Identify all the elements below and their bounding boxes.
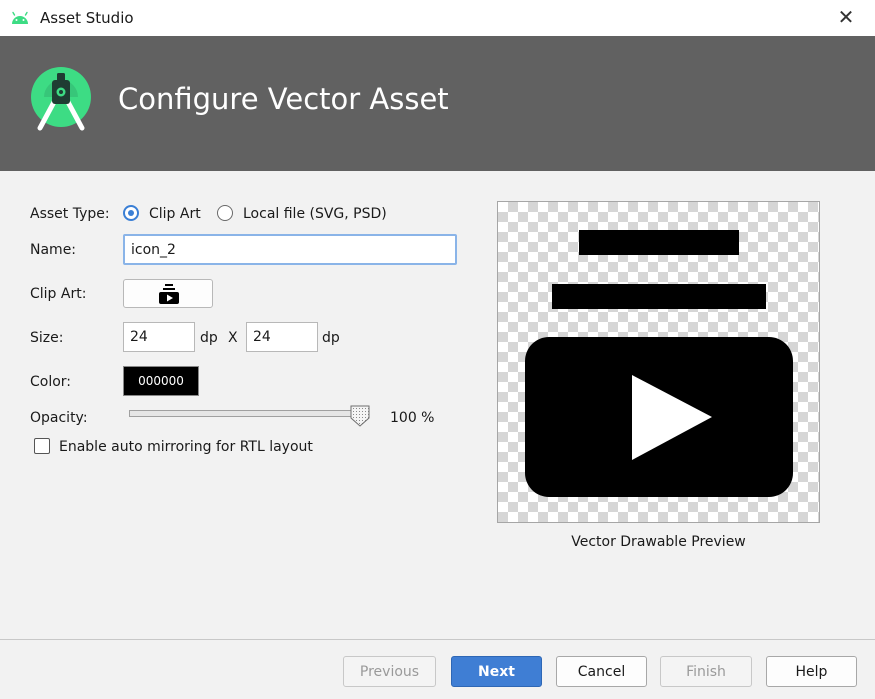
window-title: Asset Studio — [40, 9, 134, 27]
help-button[interactable]: Help — [766, 656, 857, 687]
previous-button[interactable]: Previous — [343, 656, 436, 687]
finish-button[interactable]: Finish — [660, 656, 752, 687]
android-studio-logo-icon — [31, 67, 91, 131]
opacity-slider-thumb[interactable] — [350, 405, 370, 427]
page-title: Configure Vector Asset — [118, 82, 449, 116]
auto-mirroring-label[interactable]: Enable auto mirroring for RTL layout — [59, 439, 313, 455]
opacity-slider-track[interactable] — [129, 410, 365, 417]
size-width-input[interactable] — [123, 322, 195, 352]
size-label: Size: — [30, 330, 64, 346]
clip-art-radio-label[interactable]: Clip Art — [149, 206, 201, 222]
vector-drawable-preview — [497, 201, 820, 523]
name-input[interactable] — [123, 234, 457, 265]
cancel-button[interactable]: Cancel — [556, 656, 647, 687]
auto-mirroring-checkbox[interactable] — [34, 438, 50, 454]
wizard-header: Configure Vector Asset — [0, 36, 875, 171]
asset-type-label: Asset Type: — [30, 206, 110, 222]
title-bar: Asset Studio ✕ — [0, 0, 875, 36]
size-height-unit: dp — [322, 330, 340, 346]
next-button[interactable]: Next — [451, 656, 542, 687]
clip-art-button[interactable] — [123, 279, 213, 308]
footer-divider — [0, 639, 875, 640]
opacity-label: Opacity: — [30, 410, 88, 426]
android-robot-icon — [12, 11, 28, 24]
subscriptions-icon — [525, 230, 793, 497]
name-label: Name: — [30, 242, 77, 258]
opacity-value: 100 % — [390, 410, 435, 426]
clip-art-radio[interactable] — [123, 205, 139, 221]
local-file-radio[interactable] — [217, 205, 233, 221]
close-icon[interactable]: ✕ — [835, 5, 857, 29]
size-width-unit: dp — [200, 330, 218, 346]
subscriptions-icon — [159, 284, 179, 304]
color-swatch-button[interactable]: 000000 — [123, 366, 199, 396]
color-label: Color: — [30, 374, 72, 390]
size-separator: X — [228, 330, 238, 346]
preview-caption: Vector Drawable Preview — [571, 534, 746, 550]
local-file-radio-label[interactable]: Local file (SVG, PSD) — [243, 206, 387, 222]
size-height-input[interactable] — [246, 322, 318, 352]
clip-art-label: Clip Art: — [30, 286, 87, 302]
